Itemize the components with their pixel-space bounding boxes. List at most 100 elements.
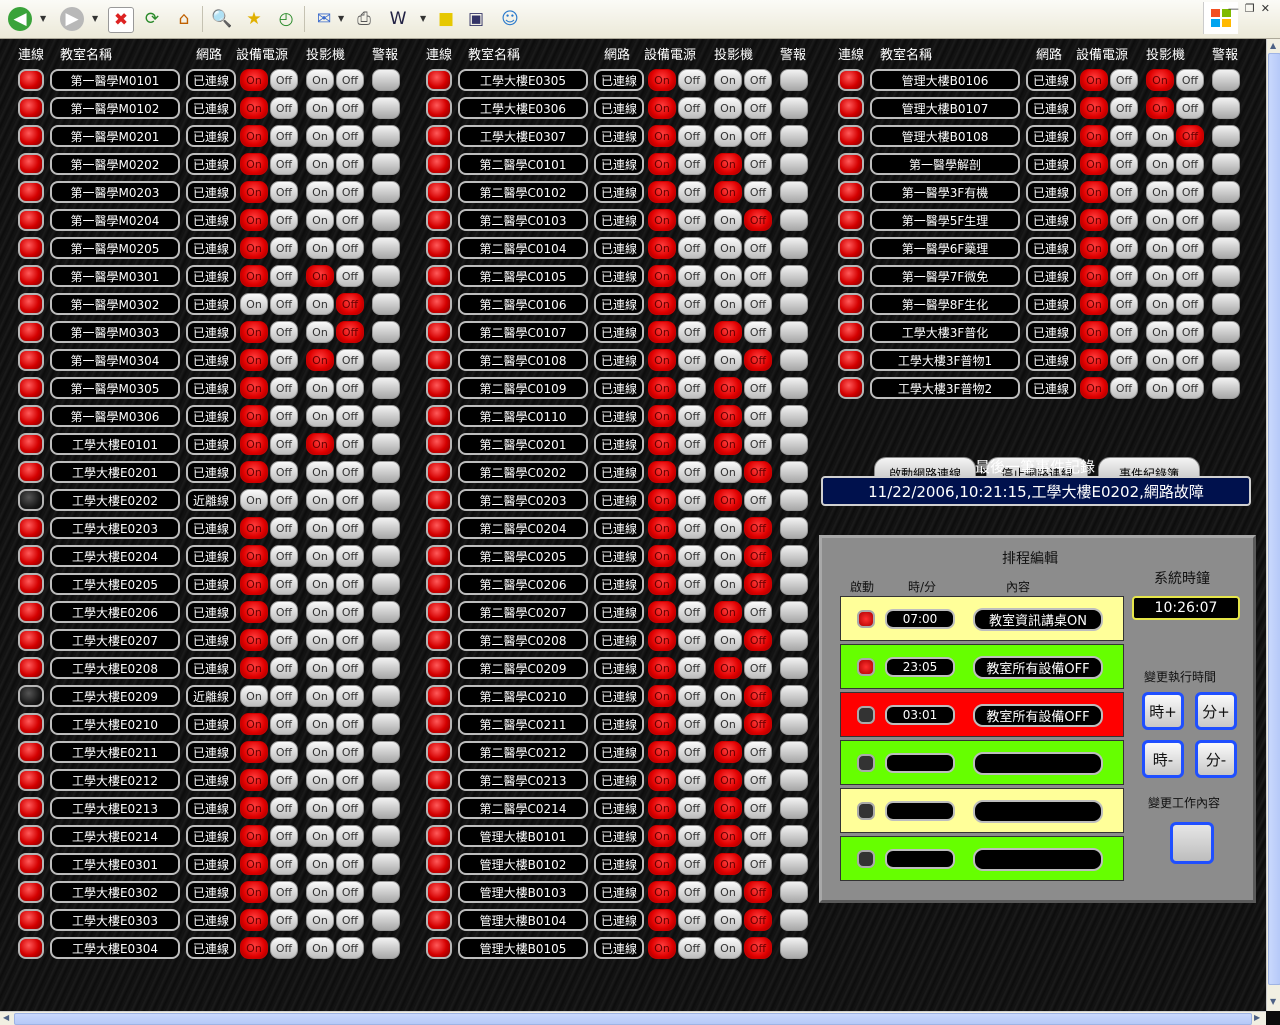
alarm-button[interactable] bbox=[1212, 265, 1240, 287]
projector-on-button[interactable]: On bbox=[714, 265, 742, 287]
projector-off-button[interactable]: Off bbox=[336, 937, 364, 959]
power-on-button[interactable]: On bbox=[648, 797, 676, 819]
projector-on-button[interactable]: On bbox=[714, 545, 742, 567]
power-off-button[interactable]: Off bbox=[270, 657, 298, 679]
projector-off-button[interactable]: Off bbox=[1176, 349, 1204, 371]
schedule-content-field[interactable]: 教室所有設備OFF bbox=[973, 656, 1103, 679]
power-off-button[interactable]: Off bbox=[1110, 377, 1138, 399]
projector-on-button[interactable]: On bbox=[306, 629, 334, 651]
projector-on-button[interactable]: On bbox=[306, 517, 334, 539]
power-off-button[interactable]: Off bbox=[270, 293, 298, 315]
power-on-button[interactable]: On bbox=[240, 937, 268, 959]
scroll-left-icon[interactable]: ◀ bbox=[3, 1013, 9, 1022]
projector-off-button[interactable]: Off bbox=[336, 265, 364, 287]
alarm-button[interactable] bbox=[372, 265, 400, 287]
projector-off-button[interactable]: Off bbox=[336, 321, 364, 343]
projector-off-button[interactable]: Off bbox=[336, 97, 364, 119]
power-off-button[interactable]: Off bbox=[270, 181, 298, 203]
alarm-button[interactable] bbox=[372, 881, 400, 903]
power-on-button[interactable]: On bbox=[240, 573, 268, 595]
projector-on-button[interactable]: On bbox=[1146, 69, 1174, 91]
power-on-button[interactable]: On bbox=[240, 797, 268, 819]
power-on-button[interactable]: On bbox=[240, 545, 268, 567]
alarm-button[interactable] bbox=[372, 545, 400, 567]
power-on-button[interactable]: On bbox=[648, 853, 676, 875]
projector-off-button[interactable]: Off bbox=[744, 881, 772, 903]
projector-on-button[interactable]: On bbox=[306, 461, 334, 483]
schedule-time-field[interactable]: 07:00 bbox=[885, 609, 955, 629]
projector-on-button[interactable]: On bbox=[1146, 181, 1174, 203]
power-on-button[interactable]: On bbox=[648, 377, 676, 399]
projector-on-button[interactable]: On bbox=[714, 909, 742, 931]
projector-on-button[interactable]: On bbox=[714, 769, 742, 791]
projector-off-button[interactable]: Off bbox=[336, 153, 364, 175]
history-icon[interactable]: ◴ bbox=[274, 7, 298, 31]
power-on-button[interactable]: On bbox=[648, 741, 676, 763]
projector-on-button[interactable]: On bbox=[714, 937, 742, 959]
projector-off-button[interactable]: Off bbox=[1176, 377, 1204, 399]
power-on-button[interactable]: On bbox=[648, 517, 676, 539]
projector-off-button[interactable]: Off bbox=[744, 685, 772, 707]
alarm-button[interactable] bbox=[372, 377, 400, 399]
alarm-button[interactable] bbox=[780, 461, 808, 483]
power-off-button[interactable]: Off bbox=[678, 741, 706, 763]
power-on-button[interactable]: On bbox=[648, 181, 676, 203]
projector-on-button[interactable]: On bbox=[1146, 97, 1174, 119]
alarm-button[interactable] bbox=[780, 69, 808, 91]
hour-minus-button[interactable]: 時- bbox=[1142, 740, 1184, 778]
power-off-button[interactable]: Off bbox=[270, 321, 298, 343]
projector-off-button[interactable]: Off bbox=[744, 909, 772, 931]
power-off-button[interactable]: Off bbox=[678, 321, 706, 343]
projector-off-button[interactable]: Off bbox=[336, 909, 364, 931]
projector-off-button[interactable]: Off bbox=[744, 405, 772, 427]
projector-on-button[interactable]: On bbox=[714, 881, 742, 903]
projector-on-button[interactable]: On bbox=[714, 293, 742, 315]
power-off-button[interactable]: Off bbox=[270, 69, 298, 91]
projector-on-button[interactable]: On bbox=[714, 209, 742, 231]
power-off-button[interactable]: Off bbox=[678, 461, 706, 483]
power-on-button[interactable]: On bbox=[240, 349, 268, 371]
power-off-button[interactable]: Off bbox=[270, 685, 298, 707]
alarm-button[interactable] bbox=[372, 713, 400, 735]
projector-on-button[interactable]: On bbox=[306, 545, 334, 567]
schedule-content-field[interactable] bbox=[973, 848, 1103, 871]
power-off-button[interactable]: Off bbox=[678, 237, 706, 259]
power-on-button[interactable]: On bbox=[648, 153, 676, 175]
alarm-button[interactable] bbox=[372, 69, 400, 91]
projector-on-button[interactable]: On bbox=[714, 181, 742, 203]
alarm-button[interactable] bbox=[780, 741, 808, 763]
projector-on-button[interactable]: On bbox=[306, 601, 334, 623]
projector-off-button[interactable]: Off bbox=[336, 573, 364, 595]
projector-off-button[interactable]: Off bbox=[744, 937, 772, 959]
alarm-button[interactable] bbox=[780, 545, 808, 567]
projector-on-button[interactable]: On bbox=[1146, 321, 1174, 343]
power-on-button[interactable]: On bbox=[648, 713, 676, 735]
forward-dropdown-icon[interactable]: ▼ bbox=[92, 14, 98, 23]
power-off-button[interactable]: Off bbox=[678, 97, 706, 119]
projector-off-button[interactable]: Off bbox=[1176, 69, 1204, 91]
power-on-button[interactable]: On bbox=[240, 377, 268, 399]
alarm-button[interactable] bbox=[372, 601, 400, 623]
projector-off-button[interactable]: Off bbox=[744, 153, 772, 175]
alarm-button[interactable] bbox=[372, 769, 400, 791]
power-off-button[interactable]: Off bbox=[270, 461, 298, 483]
alarm-button[interactable] bbox=[372, 153, 400, 175]
projector-off-button[interactable]: Off bbox=[744, 237, 772, 259]
alarm-button[interactable] bbox=[1212, 97, 1240, 119]
alarm-button[interactable] bbox=[780, 153, 808, 175]
refresh-icon[interactable]: ⟳ bbox=[140, 7, 164, 31]
alarm-button[interactable] bbox=[372, 461, 400, 483]
power-on-button[interactable]: On bbox=[240, 125, 268, 147]
alarm-button[interactable] bbox=[780, 909, 808, 931]
power-on-button[interactable]: On bbox=[648, 461, 676, 483]
power-off-button[interactable]: Off bbox=[678, 573, 706, 595]
projector-off-button[interactable]: Off bbox=[336, 461, 364, 483]
power-on-button[interactable]: On bbox=[1080, 181, 1108, 203]
projector-off-button[interactable]: Off bbox=[336, 769, 364, 791]
power-on-button[interactable]: On bbox=[648, 769, 676, 791]
projector-off-button[interactable]: Off bbox=[336, 433, 364, 455]
projector-on-button[interactable]: On bbox=[306, 937, 334, 959]
alarm-button[interactable] bbox=[780, 349, 808, 371]
power-on-button[interactable]: On bbox=[240, 153, 268, 175]
schedule-time-field[interactable]: 03:01 bbox=[885, 705, 955, 725]
